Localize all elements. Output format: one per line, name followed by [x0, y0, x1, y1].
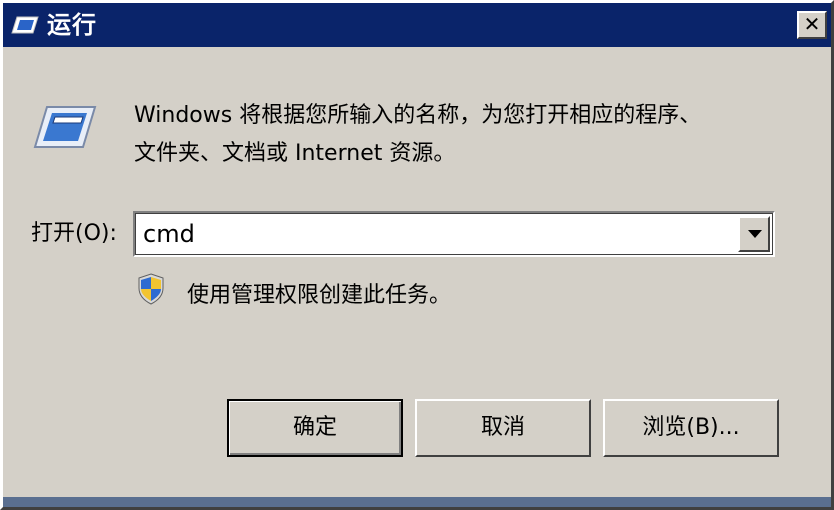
run-dialog: 运行 ✕ Windows 将根据您所输入的名称，为您打开相应的程序、 文件夹、文… [0, 0, 834, 510]
description-line-2: 文件夹、文档或 Internet 资源。 [134, 141, 456, 166]
open-combobox[interactable] [133, 211, 775, 257]
cancel-button[interactable]: 取消 [415, 399, 591, 457]
run-app-icon [33, 106, 97, 148]
chevron-down-icon [748, 230, 762, 238]
dropdown-button[interactable] [738, 216, 770, 252]
taskbar-strip [3, 497, 831, 507]
window-title: 运行 [47, 11, 97, 39]
uac-shield-icon [138, 273, 164, 305]
open-label: 打开(O): [31, 221, 117, 246]
title-bar[interactable]: 运行 ✕ [3, 3, 831, 47]
admin-note: 使用管理权限创建此任务。 [187, 283, 452, 308]
ok-button[interactable]: 确定 [227, 399, 403, 457]
description-text: Windows 将根据您所输入的名称，为您打开相应的程序、 文件夹、文档或 In… [134, 97, 784, 173]
browse-button[interactable]: 浏览(B)... [603, 399, 779, 457]
command-input[interactable] [139, 217, 739, 251]
run-app-icon [11, 16, 39, 34]
description-line-1: Windows 将根据您所输入的名称，为您打开相应的程序、 [134, 103, 702, 128]
close-button[interactable]: ✕ [797, 11, 827, 39]
